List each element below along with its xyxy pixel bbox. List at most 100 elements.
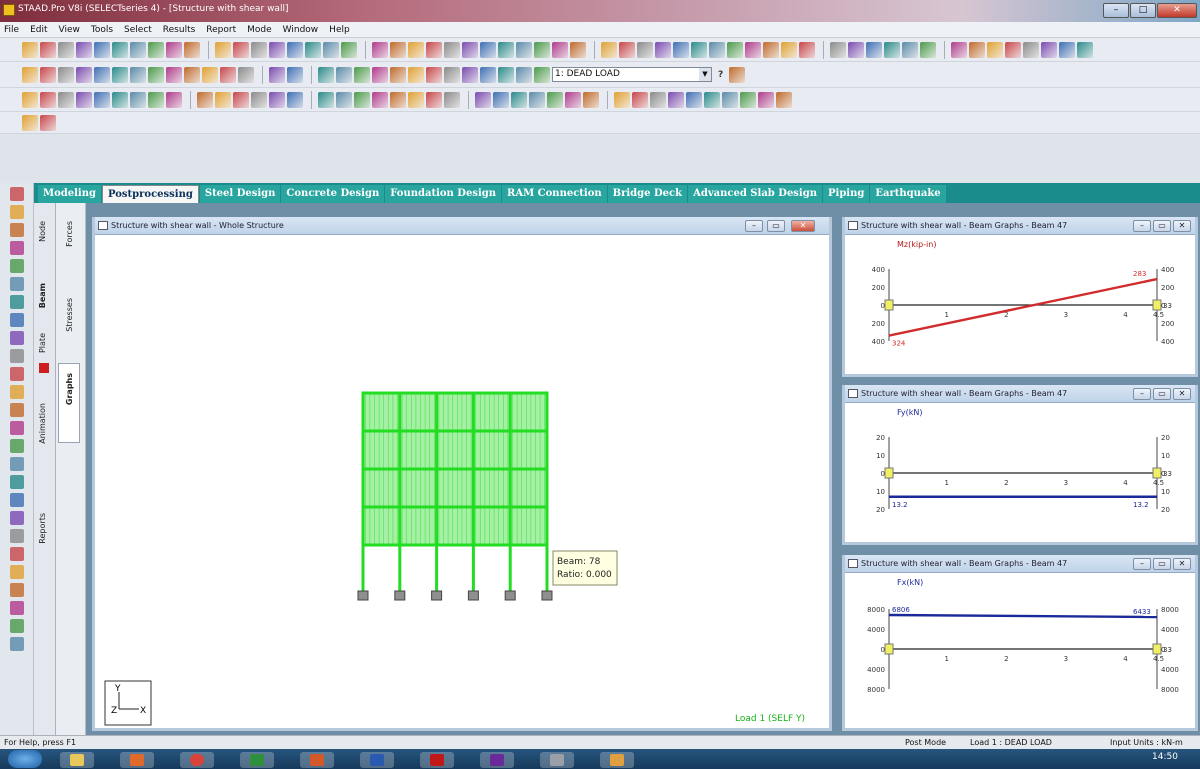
toolbar-tool-icon[interactable] — [529, 91, 545, 108]
side-tab-node[interactable]: Node — [38, 221, 52, 242]
toolbar-tool-icon[interactable] — [547, 91, 563, 108]
toolbar-tool-icon[interactable] — [76, 41, 92, 58]
left-tool-icon[interactable] — [10, 241, 24, 255]
toolbar-tool-icon[interactable] — [130, 91, 146, 108]
toolbar-tool-icon[interactable] — [848, 41, 864, 58]
graph-mz-close-button[interactable]: ✕ — [1173, 220, 1191, 232]
structure-restore-button[interactable]: ▭ — [767, 220, 785, 232]
left-tool-icon[interactable] — [10, 385, 24, 399]
toolbar-tool-icon[interactable] — [493, 91, 509, 108]
left-tool-icon[interactable] — [10, 349, 24, 363]
side-tab-stresses[interactable]: Stresses — [65, 298, 79, 332]
left-tool-icon[interactable] — [10, 511, 24, 525]
side-tab-plate[interactable]: Plate — [38, 333, 52, 353]
toolbar-tool-icon[interactable] — [341, 41, 357, 58]
toolbar-tool-icon[interactable] — [637, 41, 653, 58]
menu-results[interactable]: Results — [163, 25, 196, 35]
toolbar-tool-icon[interactable] — [287, 41, 303, 58]
toolbar-tool-icon[interactable] — [426, 66, 442, 83]
toolbar-tool-icon[interactable] — [40, 91, 56, 108]
left-tool-icon[interactable] — [10, 421, 24, 435]
toolbar-tool-icon[interactable] — [444, 91, 460, 108]
left-tool-icon[interactable] — [10, 493, 24, 507]
left-tool-icon[interactable] — [10, 547, 24, 561]
menu-report[interactable]: Report — [206, 25, 236, 35]
left-tool-icon[interactable] — [10, 583, 24, 597]
toolbar-tool-icon[interactable] — [94, 91, 110, 108]
graph-fx-restore-button[interactable]: ▭ — [1153, 558, 1171, 570]
toolbar-tool-icon[interactable] — [112, 66, 128, 83]
toolbar-tool-icon[interactable] — [601, 41, 617, 58]
toolbar-tool-icon[interactable] — [781, 41, 797, 58]
toolbar-tool-icon[interactable] — [709, 41, 725, 58]
toolbar-tool-icon[interactable] — [830, 41, 846, 58]
toolbar-tool-icon[interactable] — [184, 66, 200, 83]
side-tab-beam[interactable]: Beam — [38, 283, 52, 308]
toolbar-tool-icon[interactable] — [251, 91, 267, 108]
left-tool-icon[interactable] — [10, 367, 24, 381]
toolbar-tool-icon[interactable] — [776, 91, 792, 108]
toolbar-tool-icon[interactable] — [511, 91, 527, 108]
taskbar-tool-icon[interactable] — [540, 752, 574, 768]
help-button[interactable]: ? — [718, 70, 723, 80]
toolbar-tool-icon[interactable] — [58, 41, 74, 58]
toolbar-tool-icon[interactable] — [729, 66, 746, 83]
toolbar-tool-icon[interactable] — [686, 91, 702, 108]
toolbar-tool-icon[interactable] — [184, 41, 200, 58]
toolbar-tool-icon[interactable] — [166, 41, 182, 58]
toolbar-tool-icon[interactable] — [390, 91, 406, 108]
toolbar-tool-icon[interactable] — [112, 41, 128, 58]
menu-mode[interactable]: Mode — [247, 25, 272, 35]
toolbar-tool-icon[interactable] — [534, 66, 550, 83]
toolbar-tool-icon[interactable] — [22, 114, 38, 131]
toolbar-tool-icon[interactable] — [372, 66, 388, 83]
toolbar-tool-icon[interactable] — [650, 91, 666, 108]
toolbar-tool-icon[interactable] — [390, 66, 406, 83]
toolbar-tool-icon[interactable] — [902, 41, 918, 58]
toolbar-tool-icon[interactable] — [336, 66, 352, 83]
start-button[interactable] — [8, 750, 42, 768]
toolbar-tool-icon[interactable] — [516, 66, 532, 83]
toolbar-tool-icon[interactable] — [130, 41, 146, 58]
structure-min-button[interactable]: – — [745, 220, 763, 232]
toolbar-tool-icon[interactable] — [269, 91, 285, 108]
toolbar-tool-icon[interactable] — [583, 91, 599, 108]
maximize-button[interactable]: □ — [1130, 3, 1156, 18]
toolbar-tool-icon[interactable] — [462, 66, 478, 83]
toolbar-tool-icon[interactable] — [1041, 41, 1057, 58]
minimize-button[interactable]: – — [1103, 3, 1129, 18]
toolbar-tool-icon[interactable] — [1023, 41, 1039, 58]
toolbar-tool-icon[interactable] — [426, 91, 442, 108]
toolbar-tool-icon[interactable] — [722, 91, 738, 108]
toolbar-tool-icon[interactable] — [673, 41, 689, 58]
toolbar-tool-icon[interactable] — [704, 91, 720, 108]
toolbar-tool-icon[interactable] — [480, 41, 496, 58]
taskbar-excel-icon[interactable] — [240, 752, 274, 768]
toolbar-tool-icon[interactable] — [884, 41, 900, 58]
left-tool-icon[interactable] — [10, 223, 24, 237]
taskbar-word-icon[interactable] — [360, 752, 394, 768]
toolbar-tool-icon[interactable] — [166, 66, 182, 83]
tab-advanced-slab-design[interactable]: Advanced Slab Design — [688, 185, 822, 203]
taskbar-media-icon[interactable] — [120, 752, 154, 768]
toolbar-tool-icon[interactable] — [148, 41, 164, 58]
shear-wall-frame[interactable] — [361, 391, 549, 593]
left-tool-icon[interactable] — [10, 313, 24, 327]
side-tab-animation[interactable]: Animation — [38, 403, 52, 444]
toolbar-tool-icon[interactable] — [318, 91, 334, 108]
toolbar-tool-icon[interactable] — [727, 41, 743, 58]
toolbar-tool-icon[interactable] — [632, 91, 648, 108]
taskbar-explorer-icon[interactable] — [60, 752, 94, 768]
left-tool-icon[interactable] — [10, 439, 24, 453]
toolbar-tool-icon[interactable] — [22, 91, 38, 108]
toolbar-tool-icon[interactable] — [740, 91, 756, 108]
toolbar-tool-icon[interactable] — [197, 91, 213, 108]
left-tool-icon[interactable] — [10, 403, 24, 417]
tab-ram-connection[interactable]: RAM Connection — [502, 185, 607, 203]
left-tool-icon[interactable] — [10, 619, 24, 633]
structure-window[interactable]: Structure with shear wall - Whole Struct… — [92, 217, 832, 731]
left-tool-icon[interactable] — [10, 457, 24, 471]
graph-window-fx[interactable]: Structure with shear wall - Beam Graphs … — [842, 555, 1198, 731]
tab-modeling[interactable]: Modeling — [38, 185, 101, 203]
left-tool-icon[interactable] — [10, 475, 24, 489]
